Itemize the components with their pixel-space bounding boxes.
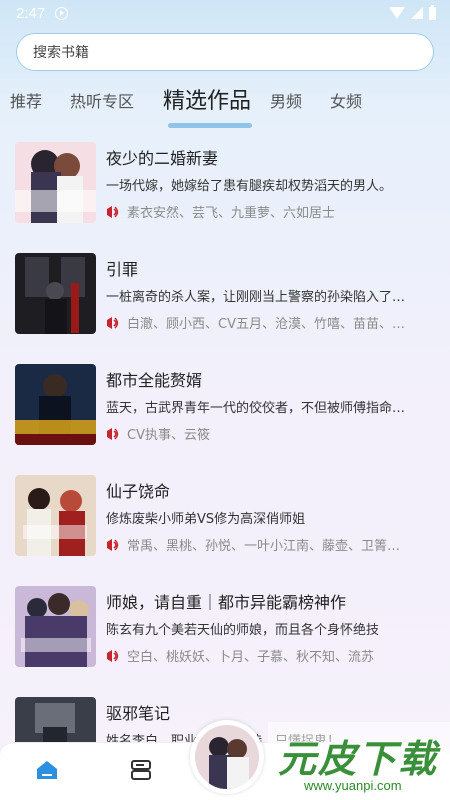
- status-time: 2:47: [16, 4, 46, 22]
- book-narrators: 白澈、顾小西、CV五月、沧漠、竹嘻、苗苗、…: [106, 313, 436, 332]
- narrator-icon: [107, 649, 119, 662]
- tab-female[interactable]: 女频: [330, 88, 362, 112]
- book-narrators: CV执事、云筱: [106, 424, 436, 443]
- book-description: 一桩离奇的杀人案，让刚刚当上警察的孙染陷入了…: [106, 290, 406, 305]
- now-playing-cover[interactable]: [190, 720, 264, 794]
- narrator-icon: [107, 538, 119, 551]
- book-title: 师娘，请自重｜都市异能霸榜神作: [106, 593, 347, 612]
- book-title: 驱邪笔记: [106, 704, 171, 723]
- narrator-names: CV执事、云筱: [127, 428, 210, 443]
- list-item[interactable]: 引罪 一桩离奇的杀人案，让刚刚当上警察的孙染陷入了… 白澈、顾小西、CV五月、沧…: [0, 251, 450, 361]
- book-cover: [15, 142, 96, 223]
- nav-bookshelf[interactable]: [124, 753, 158, 787]
- book-description: 一场代嫁，她嫁给了患有腿疾却权势滔天的男人。: [106, 179, 393, 194]
- media-play-icon: [55, 6, 69, 20]
- list-item[interactable]: 仙子饶命 修炼废柴小师弟VS修为高深俏师姐 常禹、黑桃、孙悦、一叶小江南、藤壶、…: [0, 473, 450, 583]
- tab-hot-listening[interactable]: 热听专区: [70, 88, 134, 112]
- list-item[interactable]: 都市全能赘婿 蓝天，古武界青年一代的佼佼者，不但被师傅指命… CV执事、云筱: [0, 362, 450, 472]
- nav-home[interactable]: [30, 753, 64, 787]
- active-tab-indicator: [168, 123, 252, 128]
- book-cover: [15, 586, 96, 667]
- book-description: 陈玄有九个美若天仙的师娘，而且各个身怀绝技: [106, 623, 380, 638]
- signal-icon: [411, 7, 423, 19]
- narrator-names: 白澈、顾小西、CV五月、沧漠、竹嘻、苗苗、…: [127, 317, 405, 332]
- book-narrators: 素衣安然、芸飞、九重萝、六如居士: [106, 202, 436, 221]
- book-title: 仙子饶命: [106, 482, 171, 501]
- book-cover: [15, 253, 96, 334]
- tab-male[interactable]: 男频: [270, 88, 302, 112]
- watermark: 元皮下载 www.yuanpi.com: [268, 722, 450, 800]
- narrator-icon: [107, 427, 119, 440]
- category-tabs: 推荐 热听专区 精选作品 男频 女频: [0, 80, 450, 128]
- bookshelf-icon: [131, 760, 151, 780]
- book-cover: [15, 364, 96, 445]
- list-item[interactable]: 师娘，请自重｜都市异能霸榜神作 陈玄有九个美若天仙的师娘，而且各个身怀绝技 空白…: [0, 584, 450, 694]
- wifi-icon: [389, 7, 405, 19]
- book-title: 夜少的二婚新妻: [106, 149, 219, 168]
- now-playing-artwork: [195, 725, 259, 789]
- status-icons: [389, 4, 436, 20]
- book-narrators: 常禹、黑桃、孙悦、一叶小江南、藤壶、卫箐…: [106, 535, 436, 554]
- book-description: 蓝天，古武界青年一代的佼佼者，不但被师傅指命…: [106, 401, 406, 416]
- narrator-names: 空白、桃妖妖、卜月、子慕、秋不知、流苏: [127, 650, 375, 665]
- tab-recommend[interactable]: 推荐: [10, 88, 42, 112]
- watermark-logo: 元皮下载: [278, 737, 439, 781]
- book-description: 修炼废柴小师弟VS修为高深俏师姐: [106, 512, 306, 527]
- watermark-url: www.yuanpi.com: [304, 778, 402, 793]
- narrator-icon: [107, 205, 119, 218]
- narrator-icon: [107, 316, 119, 329]
- battery-icon: [429, 4, 436, 20]
- search-placeholder: 搜索书籍: [33, 45, 89, 61]
- list-item[interactable]: 夜少的二婚新妻 一场代嫁，她嫁给了患有腿疾却权势滔天的男人。 素衣安然、芸飞、九…: [0, 140, 450, 250]
- status-bar: 2:47: [0, 0, 450, 26]
- search-input[interactable]: 搜索书籍: [16, 33, 434, 71]
- narrator-names: 素衣安然、芸飞、九重萝、六如居士: [127, 206, 336, 221]
- book-narrators: 空白、桃妖妖、卜月、子慕、秋不知、流苏: [106, 646, 436, 665]
- tab-featured[interactable]: 精选作品: [163, 83, 251, 115]
- book-title: 都市全能赘婿: [106, 371, 203, 390]
- book-title: 引罪: [106, 260, 139, 279]
- narrator-names: 常禹、黑桃、孙悦、一叶小江南、藤壶、卫箐…: [127, 539, 401, 554]
- book-cover: [15, 475, 96, 556]
- home-icon: [37, 761, 57, 779]
